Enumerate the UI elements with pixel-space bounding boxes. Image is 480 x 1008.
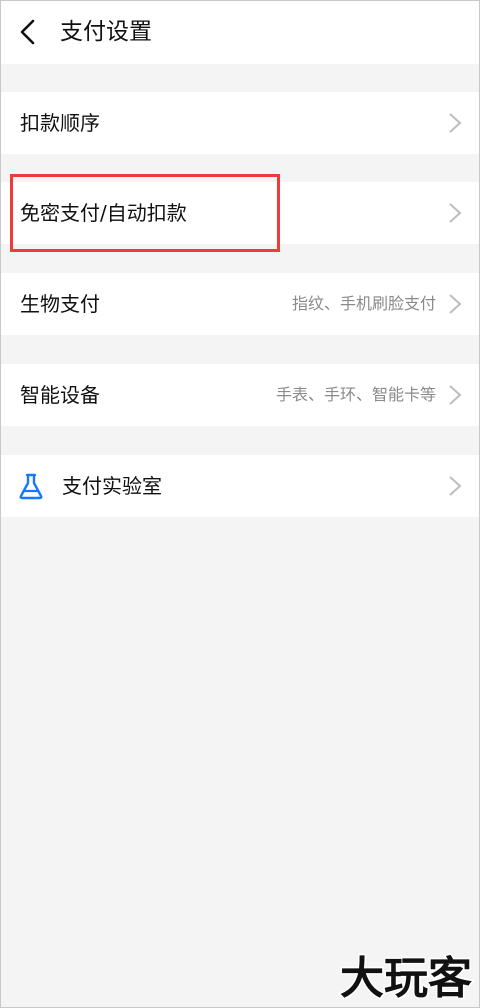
row-label: 智能设备 — [20, 383, 100, 407]
row-value: 指纹、手机刷脸支付 — [291, 294, 436, 313]
row-password-free-payment[interactable]: 免密支付/自动扣款 — [0, 182, 480, 244]
row-label: 支付实验室 — [62, 474, 162, 498]
row-payment-lab[interactable]: 支付实验室 — [0, 455, 480, 517]
watermark-logo: 大玩客 — [339, 952, 474, 1006]
chevron-right-icon — [449, 203, 462, 223]
row-smart-devices[interactable]: 智能设备 手表、手环、智能卡等 — [0, 364, 480, 426]
chevron-left-icon — [20, 19, 35, 45]
chevron-right-icon — [449, 113, 462, 133]
row-label: 免密支付/自动扣款 — [20, 201, 187, 225]
chevron-right-icon — [449, 385, 462, 405]
header-bar: 支付设置 — [0, 0, 480, 64]
flask-icon — [19, 473, 43, 500]
row-deduction-order[interactable]: 扣款顺序 — [0, 92, 480, 154]
chevron-right-icon — [449, 294, 462, 314]
row-biometric-payment[interactable]: 生物支付 指纹、手机刷脸支付 — [0, 273, 480, 335]
row-value: 手表、手环、智能卡等 — [275, 385, 436, 404]
row-label: 扣款顺序 — [20, 111, 100, 135]
row-label: 生物支付 — [20, 292, 100, 316]
chevron-right-icon — [449, 476, 462, 496]
page-title: 支付设置 — [60, 19, 152, 45]
back-button[interactable] — [10, 14, 46, 50]
